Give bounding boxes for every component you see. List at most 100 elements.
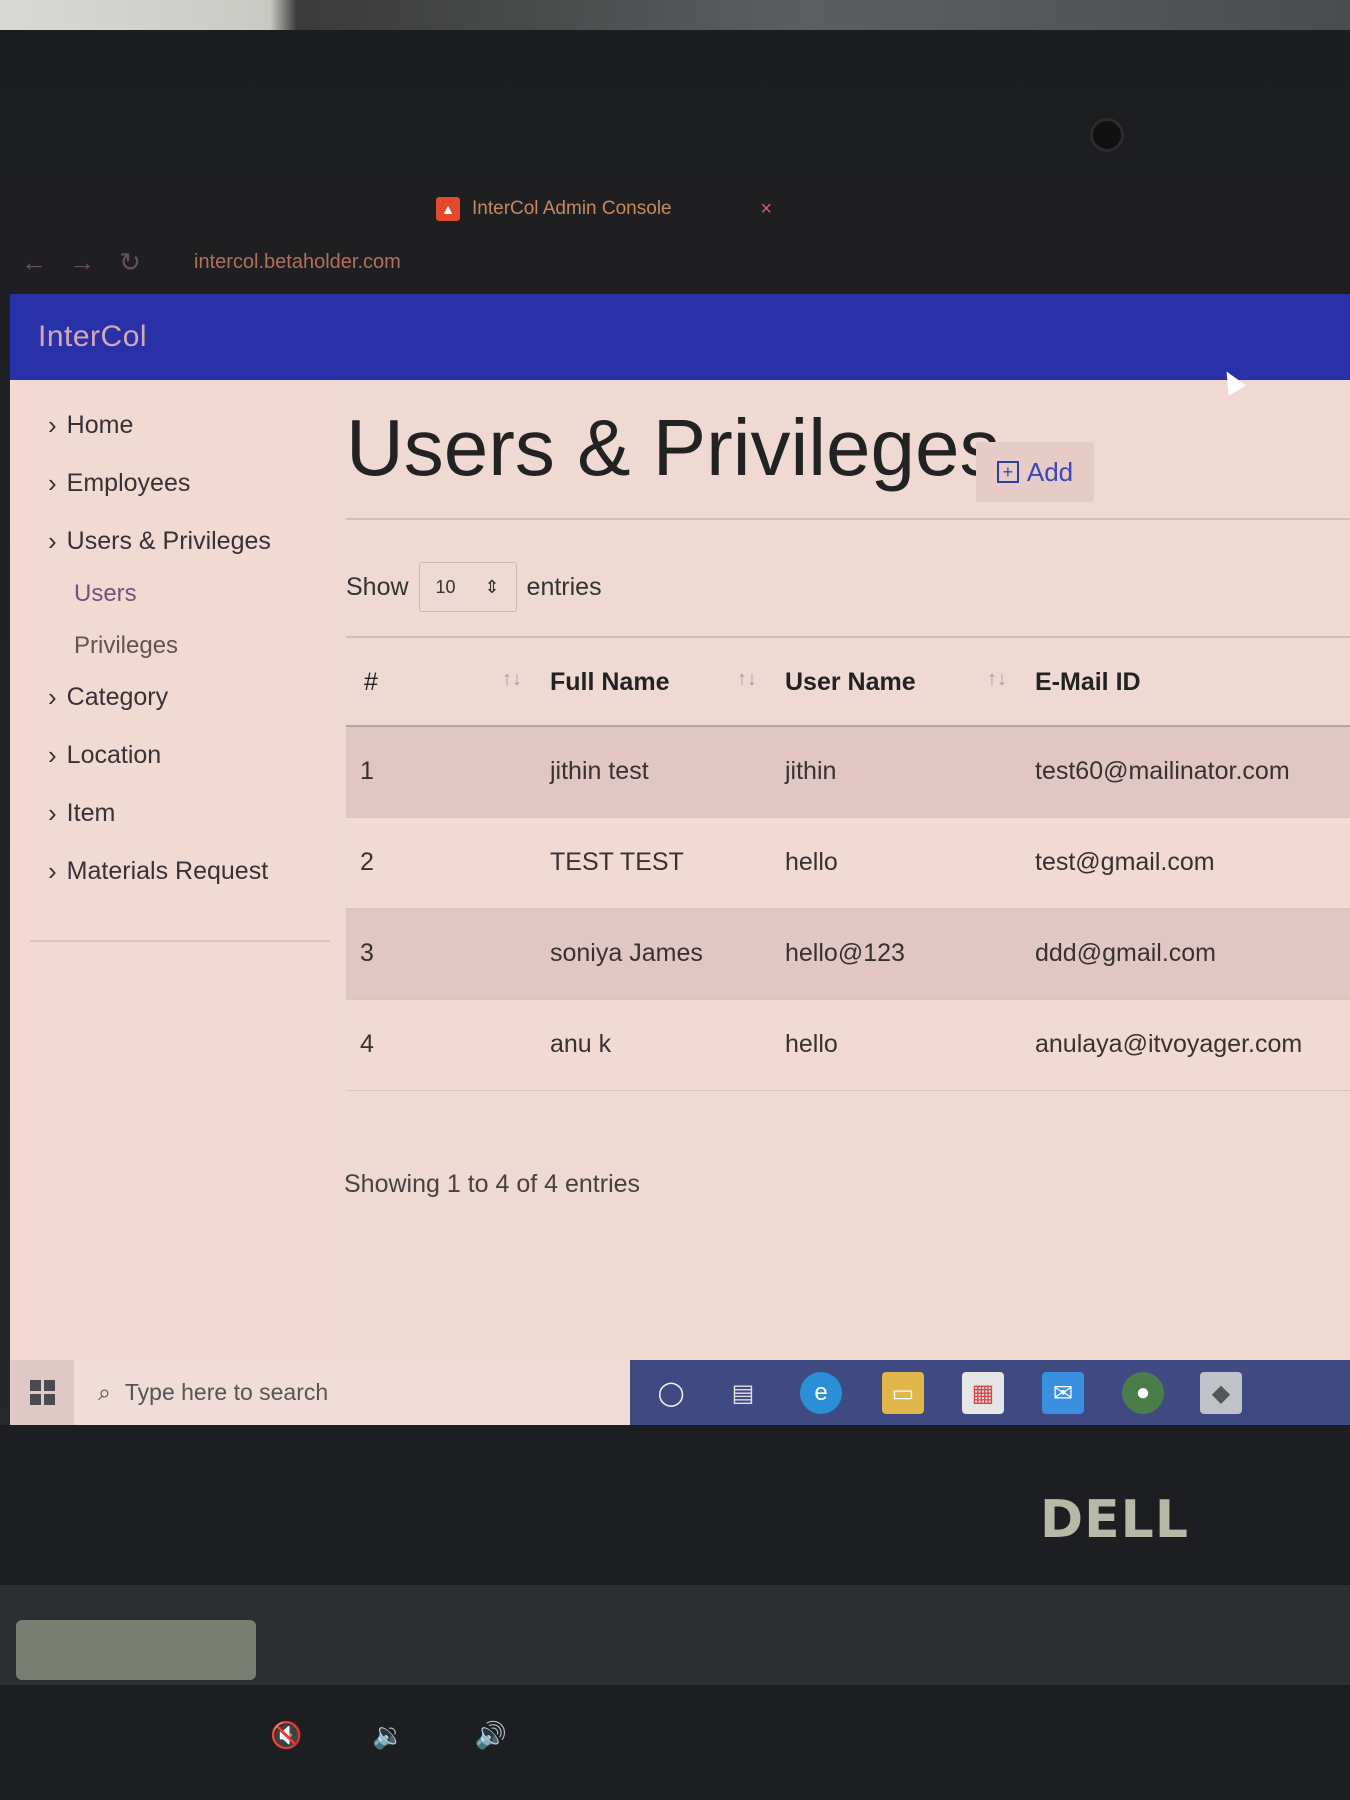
- chevron-right-icon: ›: [48, 468, 57, 498]
- cell-user-name: hello: [771, 817, 1021, 909]
- taskbar: ⌕ Type here to search ◯ ▤ e ▭ ▦ ✉ ● ◆: [10, 1360, 1350, 1425]
- sidebar-item-location[interactable]: › Location: [48, 740, 161, 771]
- start-button[interactable]: [10, 1360, 74, 1425]
- sidebar-subitem-privileges[interactable]: Privileges: [74, 632, 178, 660]
- task-view-icon[interactable]: ▤: [722, 1372, 764, 1414]
- search-placeholder: Type here to search: [124, 1379, 329, 1405]
- windows-icon: [29, 1380, 55, 1405]
- file-explorer-icon[interactable]: ▭: [882, 1372, 924, 1414]
- laptop-lower-body: DELL 🔇 🔉 🔊: [0, 1425, 1350, 1800]
- mute-icon[interactable]: 🔇: [270, 1720, 302, 1751]
- sidebar-item-label: Item: [66, 799, 116, 827]
- reload-icon[interactable]: ↻: [106, 247, 154, 278]
- cell-number: 3: [346, 908, 536, 1000]
- sidebar-item-item[interactable]: › Item: [48, 798, 115, 829]
- screen: ▲ InterCol Admin Console × ← → ↻ interco…: [10, 180, 1350, 1425]
- table-row[interactable]: 2 TEST TEST hello test@gmail.com: [346, 817, 1350, 909]
- app-icon[interactable]: ◆: [1200, 1372, 1242, 1414]
- cell-number: 2: [346, 817, 536, 909]
- sidebar-item-employees[interactable]: › Employees: [48, 468, 190, 499]
- column-header-email[interactable]: E-Mail ID: [1021, 640, 1350, 727]
- cell-number: 4: [346, 999, 536, 1091]
- users-table: # ↑↓ Full Name ↑↓ User Name ↑↓ E-Mail ID: [346, 640, 1350, 1091]
- taskbar-search[interactable]: ⌕ Type here to search: [74, 1360, 630, 1425]
- table-row[interactable]: 4 anu k hello anulaya@itvoyager.com: [346, 999, 1350, 1091]
- mail-icon[interactable]: ✉: [1042, 1372, 1084, 1414]
- sort-updown-icon: ⇕: [484, 576, 500, 597]
- media-keys: 🔇 🔉 🔊: [270, 1720, 507, 1751]
- store-icon[interactable]: ▦: [962, 1372, 1004, 1414]
- chevron-right-icon: ›: [48, 682, 57, 712]
- cell-email: test@gmail.com: [1021, 817, 1350, 909]
- sidebar-item-label: Employees: [66, 469, 191, 497]
- sidebar-item-label: Users & Privileges: [66, 527, 271, 555]
- column-header-number[interactable]: # ↑↓: [346, 640, 536, 727]
- divider: [346, 636, 1350, 638]
- table-info: Showing 1 to 4 of 4 entries: [344, 1170, 641, 1198]
- sort-icon: ↑↓: [502, 668, 522, 690]
- sidebar-item-materials-request[interactable]: › Materials Request: [48, 856, 268, 887]
- close-icon[interactable]: ×: [760, 198, 772, 221]
- sidebar-item-users-privileges[interactable]: › Users & Privileges: [48, 526, 271, 557]
- sort-icon: ↑↓: [737, 668, 757, 690]
- forward-icon[interactable]: →: [58, 247, 106, 278]
- chevron-right-icon: ›: [48, 410, 57, 440]
- sidebar-item-label: Category: [66, 683, 169, 711]
- cell-full-name: TEST TEST: [536, 817, 771, 909]
- cell-full-name: soniya James: [536, 908, 771, 1000]
- table-row[interactable]: 1 jithin test jithin test60@mailinator.c…: [346, 726, 1350, 818]
- cell-email: test60@mailinator.com: [1021, 726, 1350, 818]
- entries-label: entries: [526, 572, 602, 601]
- page-size-value: 10: [435, 576, 456, 597]
- table-header-row: # ↑↓ Full Name ↑↓ User Name ↑↓ E-Mail ID: [346, 640, 1350, 727]
- sidebar-item-label: Home: [66, 411, 134, 439]
- search-icon: ⌕: [98, 1379, 111, 1405]
- divider: [346, 518, 1350, 520]
- page-title: Users & Privileges: [346, 403, 1000, 492]
- background-desk: [0, 0, 1350, 30]
- cell-user-name: jithin: [771, 726, 1021, 818]
- chevron-right-icon: ›: [48, 740, 57, 770]
- browser-tab-strip: ▲ InterCol Admin Console ×: [10, 180, 1350, 230]
- chrome-icon[interactable]: ●: [1122, 1372, 1164, 1414]
- sidebar-item-home[interactable]: › Home: [48, 410, 133, 441]
- chevron-right-icon: ›: [48, 526, 57, 556]
- page-size-select[interactable]: 10 ⇕: [418, 562, 517, 612]
- add-button[interactable]: + Add: [976, 442, 1094, 502]
- edge-icon[interactable]: e: [800, 1372, 842, 1414]
- cell-email: ddd@gmail.com: [1021, 908, 1350, 1000]
- sidebar-divider: [30, 940, 330, 942]
- volume-up-icon[interactable]: 🔊: [475, 1720, 507, 1751]
- latch: [16, 1620, 256, 1680]
- cell-user-name: hello@123: [771, 908, 1021, 1000]
- url-field[interactable]: intercol.betaholder.com: [194, 251, 401, 274]
- chevron-right-icon: ›: [48, 798, 57, 828]
- main-content: Users & Privileges + Add Show 10 ⇕ entri…: [340, 380, 1350, 1360]
- app-brand[interactable]: InterCol: [38, 320, 147, 354]
- sidebar-item-label: Location: [66, 741, 162, 769]
- volume-down-icon[interactable]: 🔉: [372, 1720, 404, 1751]
- browser-tab[interactable]: ▲ InterCol Admin Console ×: [420, 188, 790, 230]
- cell-email: anulaya@itvoyager.com: [1021, 999, 1350, 1091]
- dell-logo: DELL: [1040, 1490, 1189, 1550]
- sidebar-subitem-users[interactable]: Users: [74, 580, 137, 608]
- cortana-icon[interactable]: ◯: [650, 1372, 692, 1414]
- cell-full-name: jithin test: [536, 726, 771, 818]
- cell-full-name: anu k: [536, 999, 771, 1091]
- tab-title: InterCol Admin Console: [472, 198, 672, 219]
- add-button-label: Add: [1026, 456, 1074, 487]
- entries-length-control: Show 10 ⇕ entries: [346, 562, 602, 612]
- sidebar: › Home › Employees › Users & Privileges …: [10, 380, 340, 1360]
- webcam: [1090, 118, 1124, 152]
- sidebar-item-category[interactable]: › Category: [48, 682, 168, 713]
- table-row[interactable]: 3 soniya James hello@123 ddd@gmail.com: [346, 908, 1350, 1000]
- app-header: InterCol: [10, 294, 1350, 380]
- sidebar-item-label: Materials Request: [66, 857, 269, 885]
- column-header-full-name[interactable]: Full Name ↑↓: [536, 640, 771, 727]
- column-header-user-name[interactable]: User Name ↑↓: [771, 640, 1021, 727]
- sort-icon: ↑↓: [987, 668, 1007, 690]
- back-icon[interactable]: ←: [10, 247, 58, 278]
- cell-number: 1: [346, 726, 536, 818]
- chevron-right-icon: ›: [48, 856, 57, 886]
- add-icon: +: [996, 461, 1019, 483]
